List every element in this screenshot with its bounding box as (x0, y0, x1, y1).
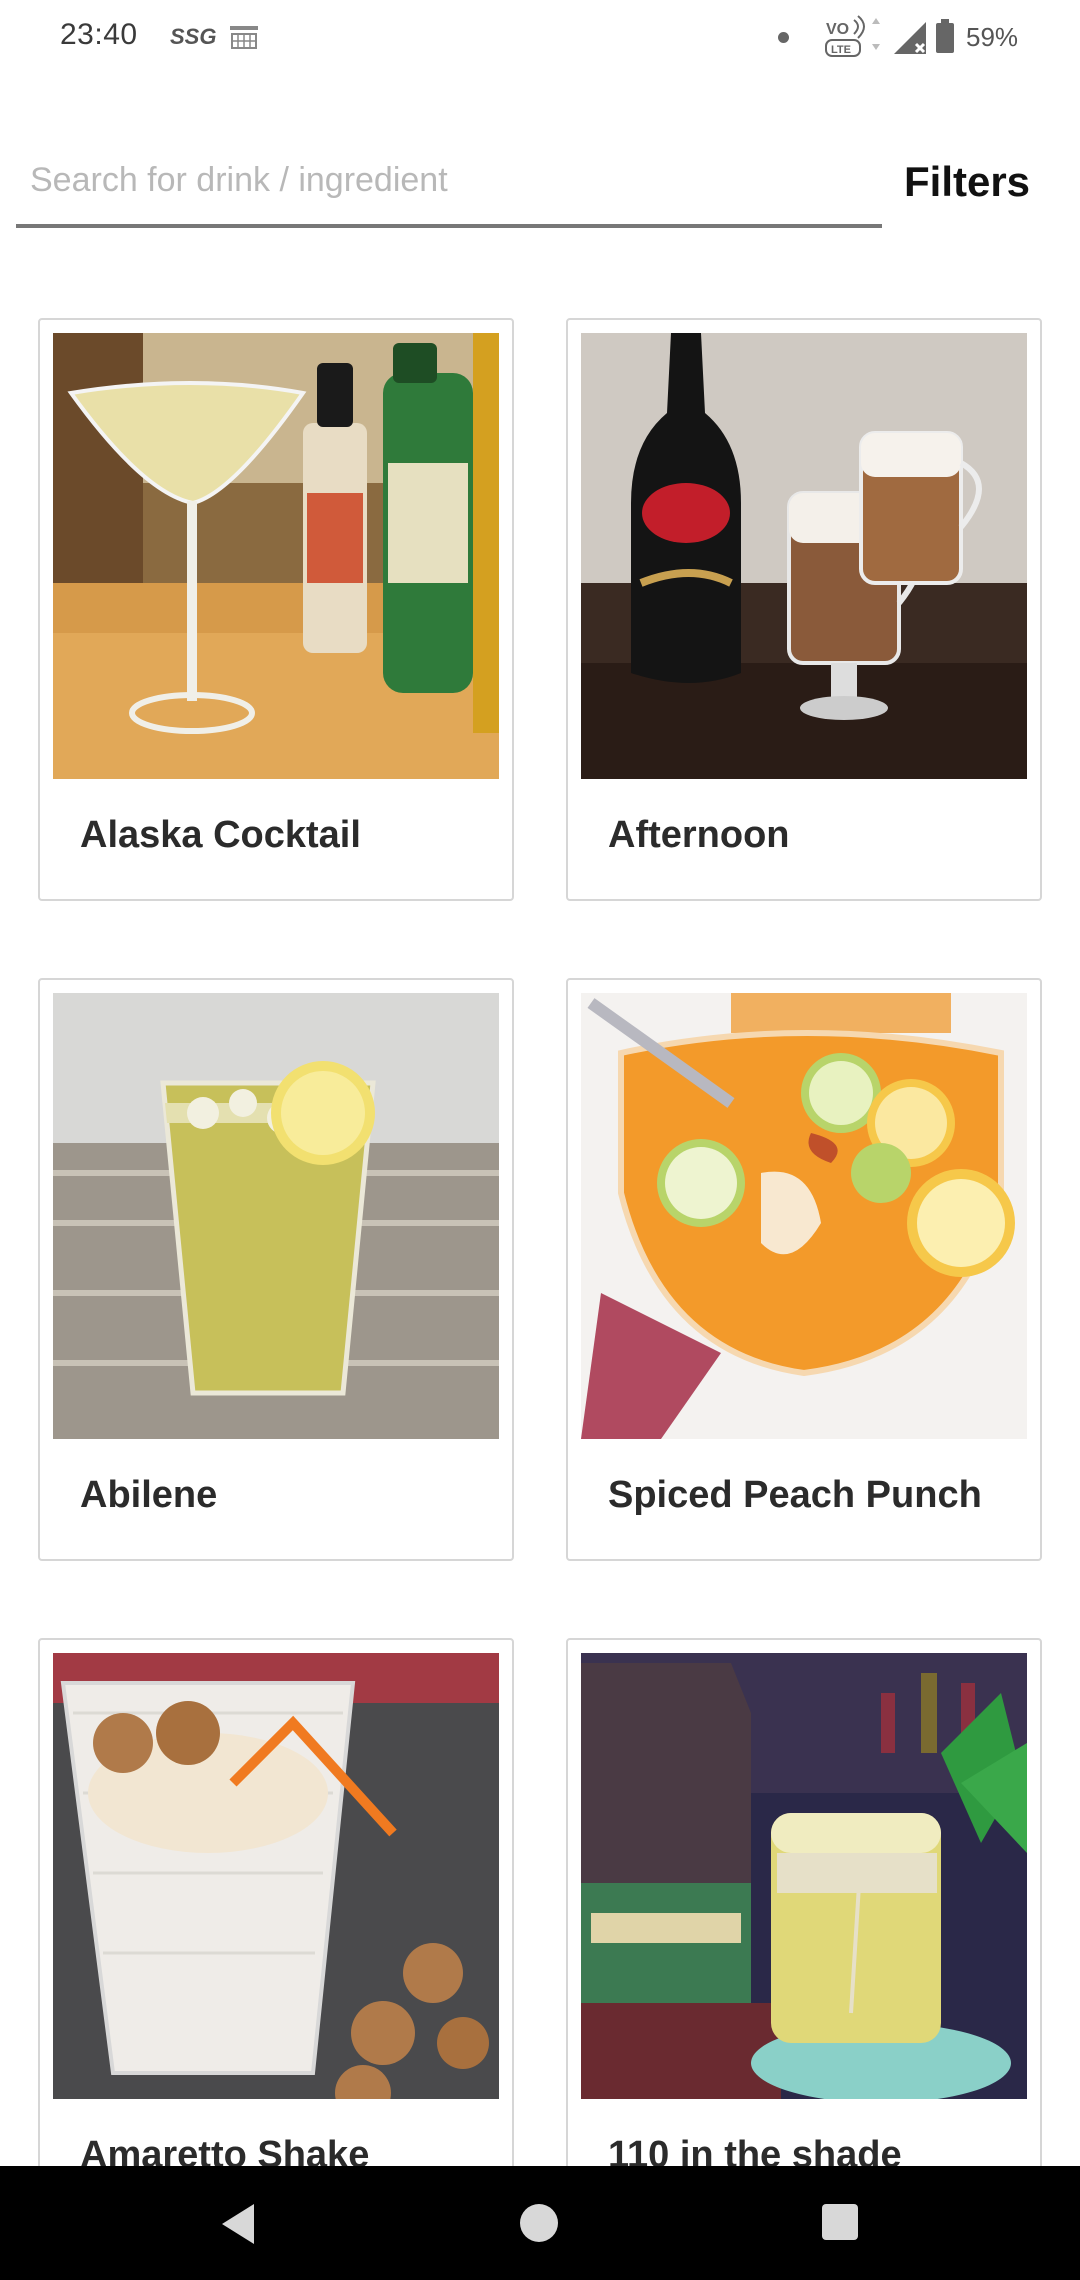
drink-image (581, 993, 1027, 1439)
martini-glass-with-bottles-image (53, 333, 499, 779)
recents-icon[interactable] (822, 2204, 858, 2240)
ssg-notification-icon: SSG (170, 24, 217, 49)
drink-name: Alaska Cocktail (80, 814, 361, 856)
navigation-bar (0, 2166, 1080, 2280)
back-icon[interactable] (218, 2202, 258, 2246)
baileys-bottle-with-coffee-mugs-image (581, 333, 1027, 779)
svg-text:LTE: LTE (831, 44, 851, 56)
drink-card[interactable]: Amaretto Shake (38, 1638, 514, 2221)
drink-name: Abilene (80, 1474, 218, 1516)
drink-card[interactable]: 110 in the shade (566, 1638, 1042, 2221)
home-icon[interactable] (520, 2204, 558, 2242)
volte-icon: VO LTE (825, 15, 880, 57)
punch-bowl-with-citrus-image (581, 993, 1027, 1439)
milkshake-with-cookies-image (53, 1653, 499, 2099)
status-time: 23:40 (60, 18, 138, 51)
drink-card[interactable]: Abilene (38, 978, 514, 1561)
drink-image (581, 333, 1027, 779)
drink-image (581, 1653, 1027, 2099)
status-bar: 23:40 SSG VO LTE 59% (0, 0, 1080, 76)
search-field-container (16, 140, 882, 228)
drink-name: Spiced Peach Punch (608, 1474, 982, 1516)
filters-button[interactable]: Filters (904, 158, 1030, 206)
drink-image (53, 1653, 499, 2099)
notification-dot-icon (778, 32, 789, 43)
battery-percent: 59% (966, 22, 1019, 52)
drink-image (53, 333, 499, 779)
svg-text:VO: VO (826, 21, 849, 38)
signal-icon (894, 22, 926, 54)
drink-card[interactable]: Alaska Cocktail (38, 318, 514, 901)
drink-name: Afternoon (608, 814, 790, 856)
drink-card[interactable]: Afternoon (566, 318, 1042, 901)
whiskey-bottle-and-glass-image (581, 1653, 1027, 2099)
battery-icon (936, 19, 954, 53)
iced-lemonade-glass-image (53, 993, 499, 1439)
search-input[interactable] (30, 150, 870, 210)
drink-card[interactable]: Spiced Peach Punch (566, 978, 1042, 1561)
drink-image (53, 993, 499, 1439)
amazon-notification-icon (230, 26, 258, 49)
